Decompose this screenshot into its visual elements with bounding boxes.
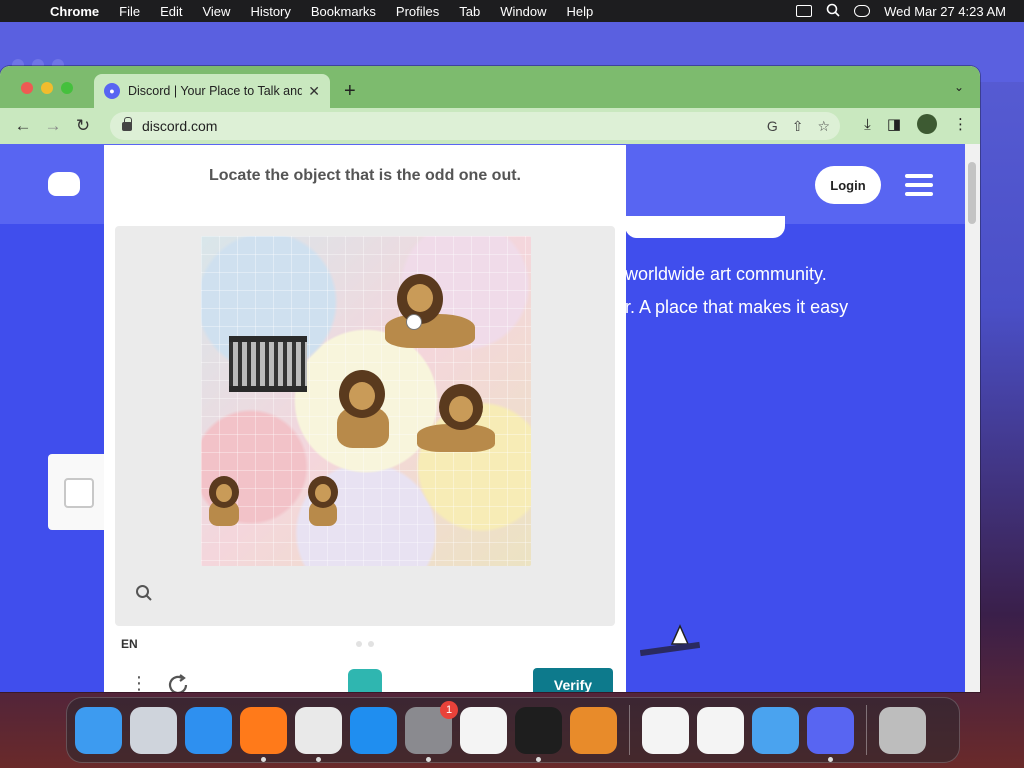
dock: 1 [66, 697, 960, 763]
lion-object[interactable] [305, 476, 341, 528]
hcaptcha-logo-icon [348, 669, 382, 692]
firefox-icon[interactable] [240, 706, 287, 762]
address-bar-url[interactable]: discord.com [142, 118, 217, 134]
chrome-icon[interactable] [295, 706, 342, 762]
hamburger-menu-icon[interactable] [905, 174, 933, 201]
cage-object[interactable] [229, 336, 307, 392]
safari-icon[interactable] [185, 706, 232, 754]
menu-profiles[interactable]: Profiles [386, 4, 449, 19]
menu-view[interactable]: View [192, 4, 240, 19]
side-panel-icon[interactable]: ◨ [887, 115, 901, 133]
captcha-checkbox-card [48, 454, 108, 530]
browser-toolbar: ← → ↻ discord.com G ⇧ ☆ ⤓ ◨ ⋮ [0, 108, 980, 144]
google-lens-icon[interactable]: G [767, 118, 778, 135]
visualstudio-icon[interactable] [697, 706, 744, 754]
tab-title: Discord | Your Place to Talk and [128, 84, 303, 98]
captcha-menu-icon[interactable]: ⋮ [130, 673, 148, 692]
forward-arrow-icon[interactable]: → [38, 116, 68, 136]
textedit-icon[interactable] [460, 706, 507, 754]
discord-favicon-icon: ● [104, 83, 120, 99]
discord-logo-icon[interactable] [48, 172, 80, 196]
back-arrow-icon[interactable]: ← [8, 116, 38, 136]
finder-icon[interactable] [75, 706, 122, 754]
profile-avatar[interactable] [917, 114, 937, 134]
language-selector[interactable]: EN [121, 637, 138, 651]
lion-object[interactable] [381, 274, 477, 358]
zoom-search-icon[interactable] [135, 584, 155, 604]
address-bar[interactable]: discord.com G ⇧ ☆ [110, 112, 840, 140]
scrollbar-thumb[interactable] [968, 162, 976, 224]
window-zoom-button[interactable] [61, 82, 73, 94]
lock-icon[interactable] [122, 116, 132, 131]
mascot-illustration [640, 624, 700, 657]
menu-tab[interactable]: Tab [449, 4, 490, 19]
menu-edit[interactable]: Edit [150, 4, 192, 19]
running-indicator [426, 756, 431, 762]
captcha-checkbox[interactable] [64, 478, 94, 508]
new-tab-button[interactable]: + [344, 80, 356, 103]
challenge-prompt: Locate the object that is the odd one ou… [208, 167, 521, 184]
window-close-button[interactable] [21, 82, 33, 94]
hero-text-line-1: worldwide art community. [625, 264, 827, 284]
weather-icon[interactable] [752, 706, 799, 754]
menu-file[interactable]: File [109, 4, 150, 19]
hero-heading-fragment [625, 216, 785, 238]
hero-text-line-2: r. A place that makes it easy [625, 297, 849, 317]
settings-icon[interactable]: 1 [405, 700, 458, 762]
discord-icon[interactable] [807, 706, 854, 762]
challenge-image[interactable] [201, 236, 531, 566]
chrome-menu-icon[interactable]: ⋮ [953, 115, 968, 133]
menu-bookmarks[interactable]: Bookmarks [301, 4, 386, 19]
dock-separator [866, 705, 867, 755]
appstore-icon[interactable] [350, 706, 397, 754]
running-indicator [261, 756, 266, 762]
dock-separator [629, 705, 630, 755]
menu-app-name[interactable]: Chrome [40, 4, 109, 19]
control-center-icon[interactable] [854, 5, 871, 17]
notification-badge: 1 [440, 700, 458, 719]
running-indicator [536, 756, 541, 762]
verify-button[interactable]: Verify [533, 668, 613, 692]
menubar-clock[interactable]: Wed Mar 27 4:23 AM [884, 4, 1006, 19]
spotlight-search-icon[interactable] [826, 3, 840, 20]
running-indicator [316, 756, 321, 762]
menu-bar: Chrome File Edit View History Bookmarks … [0, 0, 1024, 22]
refresh-challenge-icon[interactable] [166, 673, 190, 692]
tab-discord[interactable]: ● Discord | Your Place to Talk and ✕ [94, 74, 330, 108]
menu-window[interactable]: Window [490, 4, 556, 19]
launchpad-icon[interactable] [130, 706, 177, 754]
vscode-icon[interactable] [642, 706, 689, 754]
window-minimize-button[interactable] [41, 82, 53, 94]
tab-close-icon[interactable]: ✕ [308, 83, 320, 100]
page-scrollbar[interactable] [965, 144, 980, 692]
reload-icon[interactable]: ↻ [68, 116, 98, 136]
terminal-icon[interactable] [515, 706, 562, 762]
login-button[interactable]: Login [815, 166, 881, 204]
share-icon[interactable]: ⇧ [792, 118, 804, 135]
lion-object[interactable] [329, 368, 395, 452]
tab-search-chevron-icon[interactable]: ⌄ [954, 80, 964, 94]
bookmark-star-icon[interactable]: ☆ [817, 118, 830, 135]
hcaptcha-challenge: Locate the object that is the odd one ou… [104, 145, 626, 692]
lion-object[interactable] [417, 384, 497, 456]
challenge-progress-dots [356, 641, 374, 647]
menu-help[interactable]: Help [557, 4, 604, 19]
running-indicator [828, 756, 833, 762]
garageband-icon[interactable] [570, 706, 617, 754]
screen-mirroring-icon[interactable] [796, 5, 813, 17]
selection-marker [406, 314, 422, 330]
download-icon[interactable]: ⤓ [864, 116, 871, 133]
trash-icon[interactable] [879, 706, 926, 754]
challenge-area [115, 226, 615, 626]
tab-strip: ● Discord | Your Place to Talk and ✕ + ⌄ [0, 66, 980, 108]
lion-object[interactable] [205, 476, 243, 528]
menu-history[interactable]: History [240, 4, 300, 19]
